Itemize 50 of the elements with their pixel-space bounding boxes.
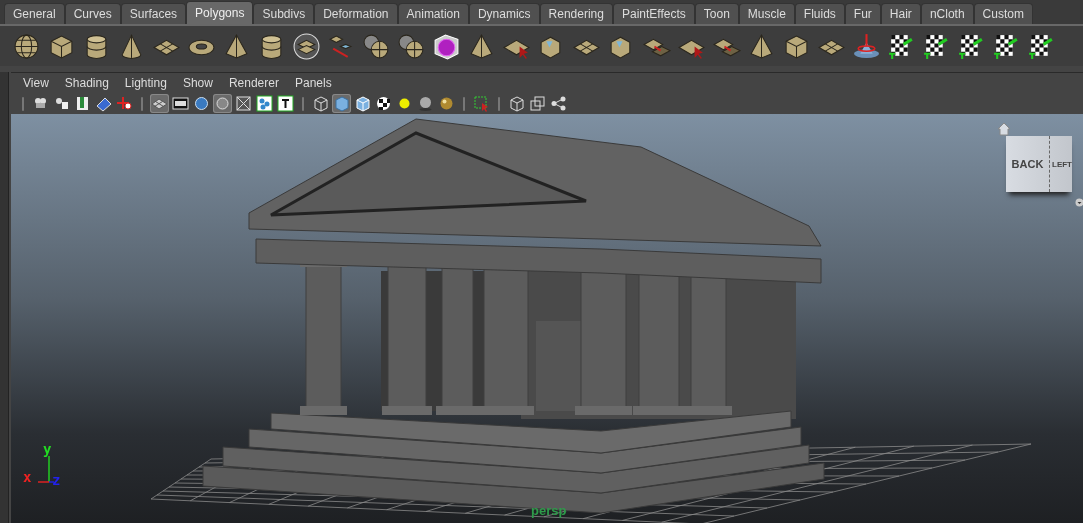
shelf-tab[interactable]: Curves (64, 3, 121, 24)
dots-icon[interactable] (255, 94, 274, 113)
home-icon[interactable] (997, 122, 1011, 136)
panel-menu-item[interactable]: Show (174, 76, 221, 90)
film-gate-icon[interactable] (171, 94, 190, 113)
shelf-tab[interactable]: Polygons (186, 1, 254, 24)
panel-menu-item[interactable]: View (15, 76, 57, 90)
shelf-tab[interactable]: Toon (694, 3, 739, 24)
shelf-tab[interactable]: Dynamics (468, 3, 540, 24)
sphere-icon[interactable] (12, 31, 41, 61)
dropdown-icon[interactable] (1075, 198, 1083, 207)
x-ray-squares-icon[interactable] (528, 94, 547, 113)
checker-icon[interactable] (374, 94, 393, 113)
shelf-tab[interactable]: Fluids (794, 3, 845, 24)
shelf-tab[interactable]: Custom (973, 3, 1033, 24)
shelf-tab[interactable]: Deformation (314, 3, 398, 24)
axis-label: y (43, 441, 52, 457)
panel-menu-item[interactable]: Lighting (116, 76, 175, 90)
shelf-tab[interactable]: Fur (844, 3, 881, 24)
panel-menu-item[interactable]: Shading (56, 76, 117, 90)
cone-arrow-icon[interactable] (852, 31, 881, 61)
shelf-tab[interactable]: Animation (397, 3, 469, 24)
axis-label: z (52, 472, 61, 488)
text-icon[interactable] (276, 94, 295, 113)
cube-icon[interactable] (353, 94, 372, 113)
sphere-pair-icon[interactable] (397, 31, 426, 61)
tiles-ring-icon[interactable] (292, 31, 321, 61)
axis-label: x (23, 469, 32, 485)
panel-menu-item[interactable]: Panels (286, 76, 340, 90)
sphere-icon[interactable] (192, 94, 211, 113)
wireframe-cube-icon[interactable] (311, 94, 330, 113)
shelf-tab[interactable]: Muscle (738, 3, 795, 24)
isolate-cube-icon[interactable] (507, 94, 526, 113)
shelf-tab[interactable]: Surfaces (120, 3, 187, 24)
shelf-tab[interactable]: nCloth (920, 3, 974, 24)
x-ray-icon[interactable] (234, 94, 253, 113)
shelf-tab[interactable]: General (4, 3, 65, 24)
sphere-pair-icon[interactable] (362, 31, 391, 61)
camera-label: persp (531, 503, 567, 518)
pan-zoom-icon[interactable] (115, 94, 134, 113)
shelf-tab[interactable]: PaintEffects (612, 3, 695, 24)
shelf-tab[interactable]: Hair (880, 3, 921, 24)
grid-icon[interactable] (150, 94, 169, 113)
shelf-tab[interactable]: Rendering (539, 3, 613, 24)
cube-face-label: BACK (1010, 158, 1045, 170)
cube-face-label: LEFT (1049, 136, 1072, 192)
panel-menu-item[interactable]: Renderer (220, 76, 287, 90)
view-cube[interactable]: BACK LEFT (1006, 136, 1072, 192)
share-icon[interactable] (549, 94, 568, 113)
shelf-tab[interactable]: Subdivs (253, 3, 315, 24)
